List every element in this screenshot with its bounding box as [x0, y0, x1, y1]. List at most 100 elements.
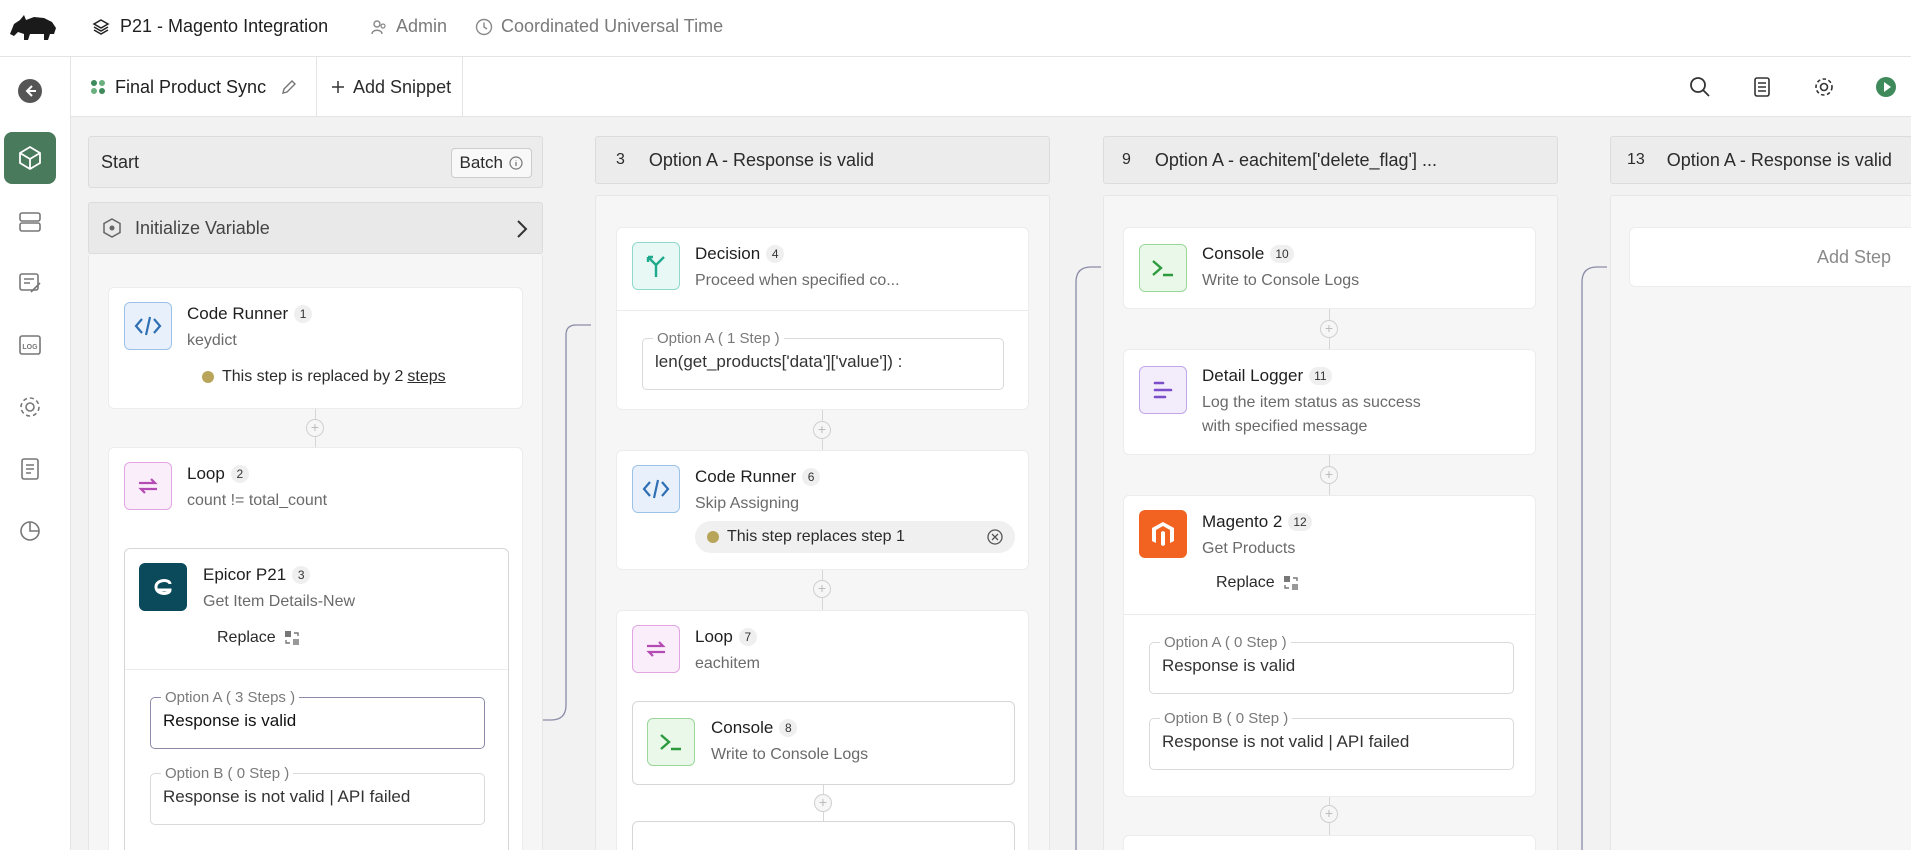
- step-card-detail-logger-11[interactable]: Detail Logger 11 Log the item status as s…: [1123, 349, 1536, 455]
- option-b-branch[interactable]: Option B ( 0 Step ) Response is not vali…: [1149, 710, 1514, 770]
- branch-number: 3: [616, 151, 625, 168]
- add-step-plus[interactable]: +: [306, 419, 324, 437]
- option-b-value: Response is not valid | API failed: [163, 787, 411, 806]
- initialize-variable-row[interactable]: Initialize Variable: [88, 202, 543, 254]
- project-name: P21 - Magento Integration: [120, 16, 329, 36]
- pie-chart-icon: [20, 521, 40, 541]
- add-step-plus[interactable]: +: [1320, 805, 1338, 823]
- flow-canvas[interactable]: Start Batch Initialize Variable Code Run…: [71, 117, 1911, 850]
- divider: [1124, 614, 1535, 615]
- search-button[interactable]: [1685, 72, 1715, 102]
- add-step-plus[interactable]: +: [813, 421, 831, 439]
- close-circle-icon[interactable]: [987, 529, 1003, 545]
- sidebar-item-reports[interactable]: [4, 505, 56, 557]
- code-icon: [632, 465, 680, 513]
- step-card-magento-12[interactable]: Magento 2 12 Get Products Replace Option …: [1123, 495, 1536, 797]
- status-dot: [202, 371, 214, 383]
- sidebar-item-logs[interactable]: LOG: [4, 319, 56, 371]
- top-bar: P21 - Magento Integration Admin Coordina…: [0, 0, 1911, 57]
- option-a-value: len(get_products['data']['value']) :: [655, 352, 903, 371]
- decision-icon: [632, 242, 680, 290]
- step-card-next[interactable]: [632, 821, 1015, 850]
- user-group-icon: [371, 19, 386, 34]
- sidebar-item-flows[interactable]: [4, 132, 56, 184]
- step-card-decision-4[interactable]: Decision 4 Proceed when specified co... O…: [616, 227, 1029, 410]
- step-subtitle-line1: Log the item status as success: [1202, 394, 1421, 411]
- start-title: Start: [101, 151, 140, 172]
- divider: [125, 669, 508, 670]
- step-card-epicor-3[interactable]: Epicor P21 3 Get Item Details-New Replace…: [124, 548, 509, 850]
- svg-text:LOG: LOG: [22, 344, 38, 351]
- replaces-note-text: This step replaces step 1: [727, 528, 905, 545]
- notes-button[interactable]: [1747, 72, 1777, 102]
- plus-icon: [332, 81, 344, 93]
- add-snippet-label: Add Snippet: [353, 76, 452, 97]
- decision-option-a[interactable]: Option A ( 1 Step ) len(get_products['da…: [642, 330, 1004, 390]
- step-number: 2: [230, 465, 249, 483]
- step-subtitle: keydict: [187, 332, 237, 349]
- initialize-variable-label: Initialize Variable: [135, 217, 270, 238]
- branch-body-13: [1610, 195, 1911, 850]
- project-selector[interactable]: P21 - Magento Integration: [92, 16, 328, 37]
- tab-flow[interactable]: Final Product Sync: [71, 57, 317, 117]
- branch-number: 9: [1122, 151, 1131, 168]
- step-card-code-runner-1[interactable]: Code Runner 1 keydict This step is replac…: [108, 287, 523, 409]
- timezone-selector[interactable]: Coordinated Universal Time: [475, 16, 723, 37]
- settings-button[interactable]: [1809, 72, 1839, 102]
- option-b-label: Option B ( 0 Step ): [1160, 710, 1293, 727]
- replaced-steps-link[interactable]: steps: [407, 368, 445, 386]
- replaces-note: This step replaces step 1: [695, 521, 1015, 553]
- step-subtitle: eachitem: [695, 655, 760, 672]
- option-a-branch[interactable]: Option A ( 0 Step ) Response is valid: [1149, 634, 1514, 694]
- user-name: Admin: [396, 16, 448, 36]
- step-card-loop-2[interactable]: Loop 2 count != total_count Epicor P21 3 G…: [108, 447, 523, 850]
- replace-button[interactable]: Replace: [1216, 574, 1299, 592]
- step-title: Decision: [695, 244, 761, 263]
- step-subtitle: Proceed when specified co...: [695, 272, 900, 289]
- clock-icon: [475, 18, 493, 35]
- branch-header-9: 9 Option A - eachitem['delete_flag'] ...: [1103, 136, 1558, 184]
- add-step-label: Add Step: [1816, 246, 1892, 267]
- sidebar-item-connections[interactable]: [4, 196, 56, 248]
- step-card-console-10[interactable]: Console 10 Write to Console Logs: [1123, 227, 1536, 309]
- chevron-right-icon: [517, 220, 528, 238]
- terminal-icon: [1139, 244, 1187, 292]
- sidebar-item-mappings[interactable]: [4, 257, 56, 309]
- branch-header-3: 3 Option A - Response is valid: [595, 136, 1050, 184]
- add-step-button[interactable]: Add Step: [1629, 227, 1911, 287]
- add-step-plus[interactable]: +: [1320, 466, 1338, 484]
- flow-icon: [91, 80, 105, 94]
- sidebar: LOG: [0, 57, 71, 850]
- step-title: Code Runner: [695, 467, 797, 486]
- add-step-plus[interactable]: +: [813, 580, 831, 598]
- option-a-value: Response is valid: [163, 711, 297, 730]
- sidebar-item-settings[interactable]: [4, 381, 56, 433]
- replace-label: Replace: [217, 629, 276, 646]
- option-a-branch[interactable]: Option A ( 3 Steps ) Response is valid: [150, 689, 485, 749]
- rhino-logo[interactable]: [8, 12, 58, 42]
- back-arrow-icon: [18, 79, 42, 103]
- sidebar-item-documents[interactable]: [4, 443, 56, 495]
- magento-logo-icon: [1139, 510, 1187, 558]
- replace-label: Replace: [1216, 574, 1275, 591]
- run-button[interactable]: [1871, 72, 1901, 102]
- log-icon: LOG: [19, 335, 41, 355]
- branch-header-13: 13 Option A - Response is valid: [1610, 136, 1911, 184]
- step-subtitle: Get Item Details-New: [203, 593, 356, 610]
- user-menu[interactable]: Admin: [370, 16, 447, 37]
- replace-button[interactable]: Replace: [217, 629, 300, 647]
- step-card-console-8[interactable]: Console 8 Write to Console Logs: [632, 701, 1015, 785]
- option-b-branch[interactable]: Option B ( 0 Step ) Response is not vali…: [150, 765, 485, 825]
- step-card-code-runner-6[interactable]: Code Runner 6 Skip Assigning This step re…: [616, 450, 1029, 570]
- option-b-label: Option B ( 0 Step ): [161, 765, 294, 782]
- back-button[interactable]: [4, 65, 56, 117]
- add-step-plus[interactable]: +: [1320, 320, 1338, 338]
- batch-toggle[interactable]: Batch: [450, 148, 532, 178]
- step-card-loop-7[interactable]: Loop 7 eachitem Console 8 Write to Console…: [616, 610, 1029, 850]
- step-subtitle: count != total_count: [187, 492, 328, 509]
- add-step-plus[interactable]: +: [814, 794, 832, 812]
- add-snippet-button[interactable]: Add Snippet: [317, 57, 463, 117]
- pencil-icon[interactable]: [280, 78, 298, 96]
- step-number: 6: [802, 468, 821, 486]
- step-card-next[interactable]: [1123, 835, 1536, 850]
